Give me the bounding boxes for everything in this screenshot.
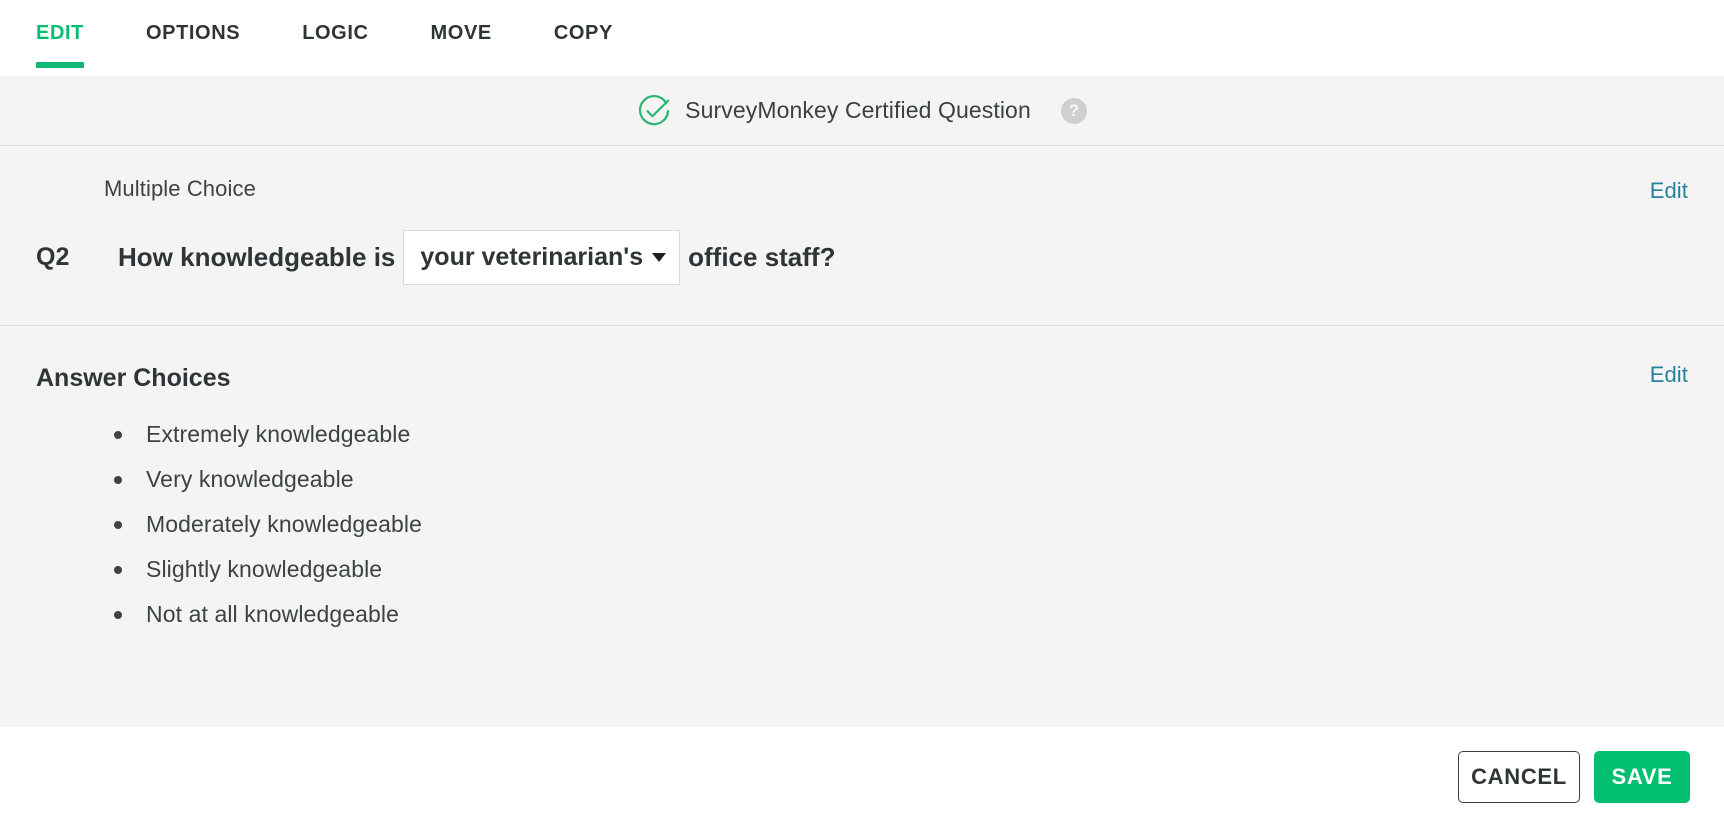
question-text-after: office staff?	[688, 242, 836, 272]
question-text-before: How knowledgeable is	[118, 242, 396, 272]
tab-edit-label: EDIT	[36, 21, 84, 44]
editor-footer: CANCEL SAVE	[0, 727, 1724, 826]
list-item: Not at all knowledgeable	[114, 603, 1724, 626]
question-row: Q2 How knowledgeable is your veterinaria…	[0, 230, 1724, 285]
piping-dropdown-value: your veterinarian's	[420, 243, 644, 271]
question-number: Q2	[36, 243, 70, 271]
question-editor: EDIT OPTIONS LOGIC MOVE COPY SurveyMonke…	[0, 0, 1724, 826]
certified-question-label: SurveyMonkey Certified Question	[685, 97, 1031, 123]
cancel-button[interactable]: CANCEL	[1458, 750, 1580, 803]
tab-copy[interactable]: COPY	[554, 0, 613, 76]
question-text: How knowledgeable is your veterinarian's…	[118, 230, 835, 285]
list-item: Very knowledgeable	[114, 468, 1724, 491]
check-circle-icon	[639, 94, 670, 125]
tab-options[interactable]: OPTIONS	[146, 0, 240, 76]
list-item: Extremely knowledgeable	[114, 423, 1724, 446]
list-item: Slightly knowledgeable	[114, 558, 1724, 581]
answer-choices-block: Edit Answer Choices Extremely knowledgea…	[0, 326, 1724, 727]
tab-move-label: MOVE	[430, 21, 492, 44]
help-icon[interactable]: ?	[1060, 97, 1087, 124]
piping-dropdown[interactable]: your veterinarian's	[403, 230, 681, 285]
question-block: Edit Multiple Choice Q2 How knowledgeabl…	[0, 146, 1724, 326]
certified-question-banner: SurveyMonkey Certified Question ?	[0, 76, 1724, 146]
answer-choices-title: Answer Choices	[36, 364, 231, 392]
edit-answer-choices-link[interactable]: Edit	[1650, 362, 1688, 388]
save-button[interactable]: SAVE	[1594, 750, 1690, 803]
answer-choices-list: Extremely knowledgeable Very knowledgeab…	[36, 423, 1724, 626]
tab-copy-label: COPY	[553, 21, 613, 44]
question-type-label: Multiple Choice	[104, 176, 256, 201]
tab-logic[interactable]: LOGIC	[302, 0, 368, 76]
tab-logic-label: LOGIC	[302, 21, 369, 44]
tab-edit[interactable]: EDIT	[36, 0, 84, 76]
editor-tab-bar: EDIT OPTIONS LOGIC MOVE COPY	[0, 0, 1724, 76]
list-item: Moderately knowledgeable	[114, 513, 1724, 536]
chevron-down-icon	[652, 253, 667, 262]
tab-move[interactable]: MOVE	[431, 0, 492, 76]
tab-options-label: OPTIONS	[145, 21, 241, 44]
edit-question-link[interactable]: Edit	[1650, 178, 1688, 204]
